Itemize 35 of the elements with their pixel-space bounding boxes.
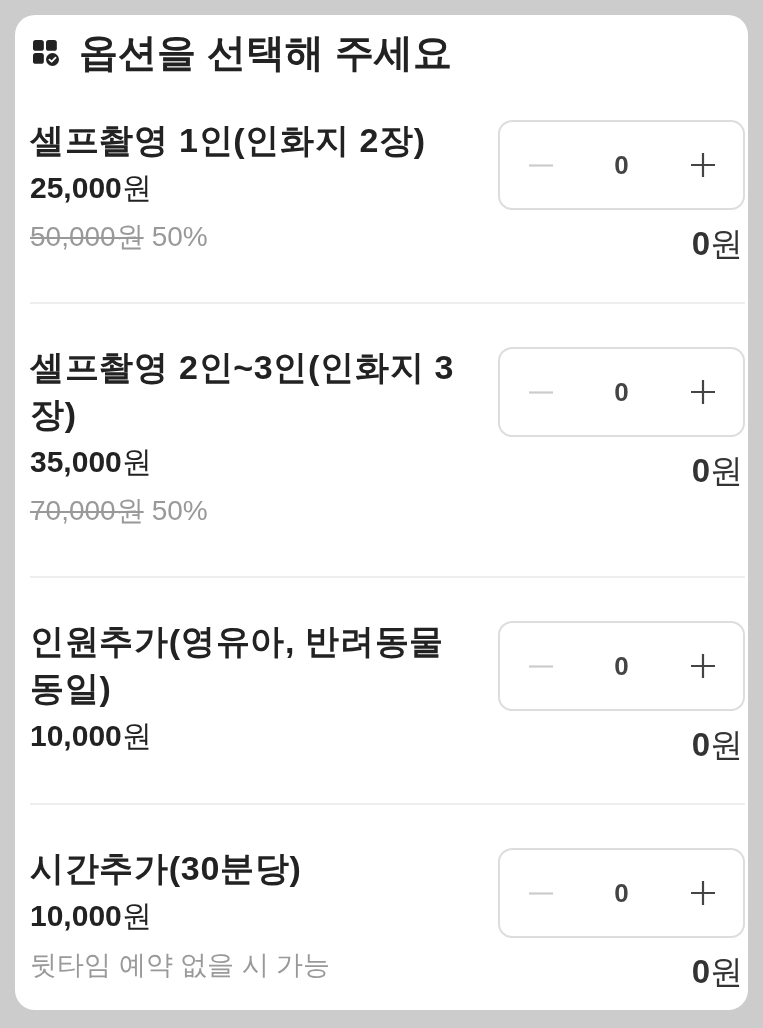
option-price: 10,000원 — [30, 898, 152, 934]
minus-icon — [528, 163, 553, 167]
plus-icon — [690, 881, 715, 905]
discount-rate: 50% — [151, 220, 208, 254]
minus-icon — [528, 891, 553, 895]
option-name: 셀프촬영 1인(인화지 2장) — [30, 120, 426, 161]
option-total: 0원 — [691, 226, 744, 262]
option-note: 뒷타임 예약 없을 시 가능 — [30, 949, 330, 982]
option-price: 35,000원 — [30, 444, 152, 480]
discount-rate: 50% — [151, 494, 208, 528]
minus-icon — [528, 390, 553, 394]
increase-button[interactable] — [690, 654, 715, 678]
option-name: 인원추가(영유아, 반려동물 동일) — [30, 621, 445, 709]
option-total: 0원 — [691, 453, 744, 489]
option-price: 10,000원 — [30, 718, 152, 754]
quantity-value: 0 — [614, 877, 629, 909]
option-name: 시간추가(30분당) — [30, 848, 302, 889]
original-price: 50,000원 — [30, 220, 144, 254]
option-total: 0원 — [691, 727, 744, 763]
increase-button[interactable] — [690, 153, 715, 177]
increase-button[interactable] — [690, 881, 715, 905]
plus-icon — [690, 380, 715, 404]
section-title: 옵션을 선택해 주세요 — [79, 30, 452, 76]
original-price: 70,000원 — [30, 494, 144, 528]
option-name: 셀프촬영 2인~3인(인화지 3장) — [30, 347, 455, 435]
plus-icon — [690, 654, 715, 678]
increase-button[interactable] — [690, 380, 715, 404]
quantity-value: 0 — [614, 149, 629, 181]
quantity-value: 0 — [614, 650, 629, 682]
plus-icon — [690, 153, 715, 177]
grid-check-icon — [33, 40, 59, 66]
quantity-value: 0 — [614, 376, 629, 408]
option-total: 0원 — [691, 954, 744, 990]
minus-icon — [528, 664, 553, 668]
option-price: 25,000원 — [30, 170, 152, 206]
